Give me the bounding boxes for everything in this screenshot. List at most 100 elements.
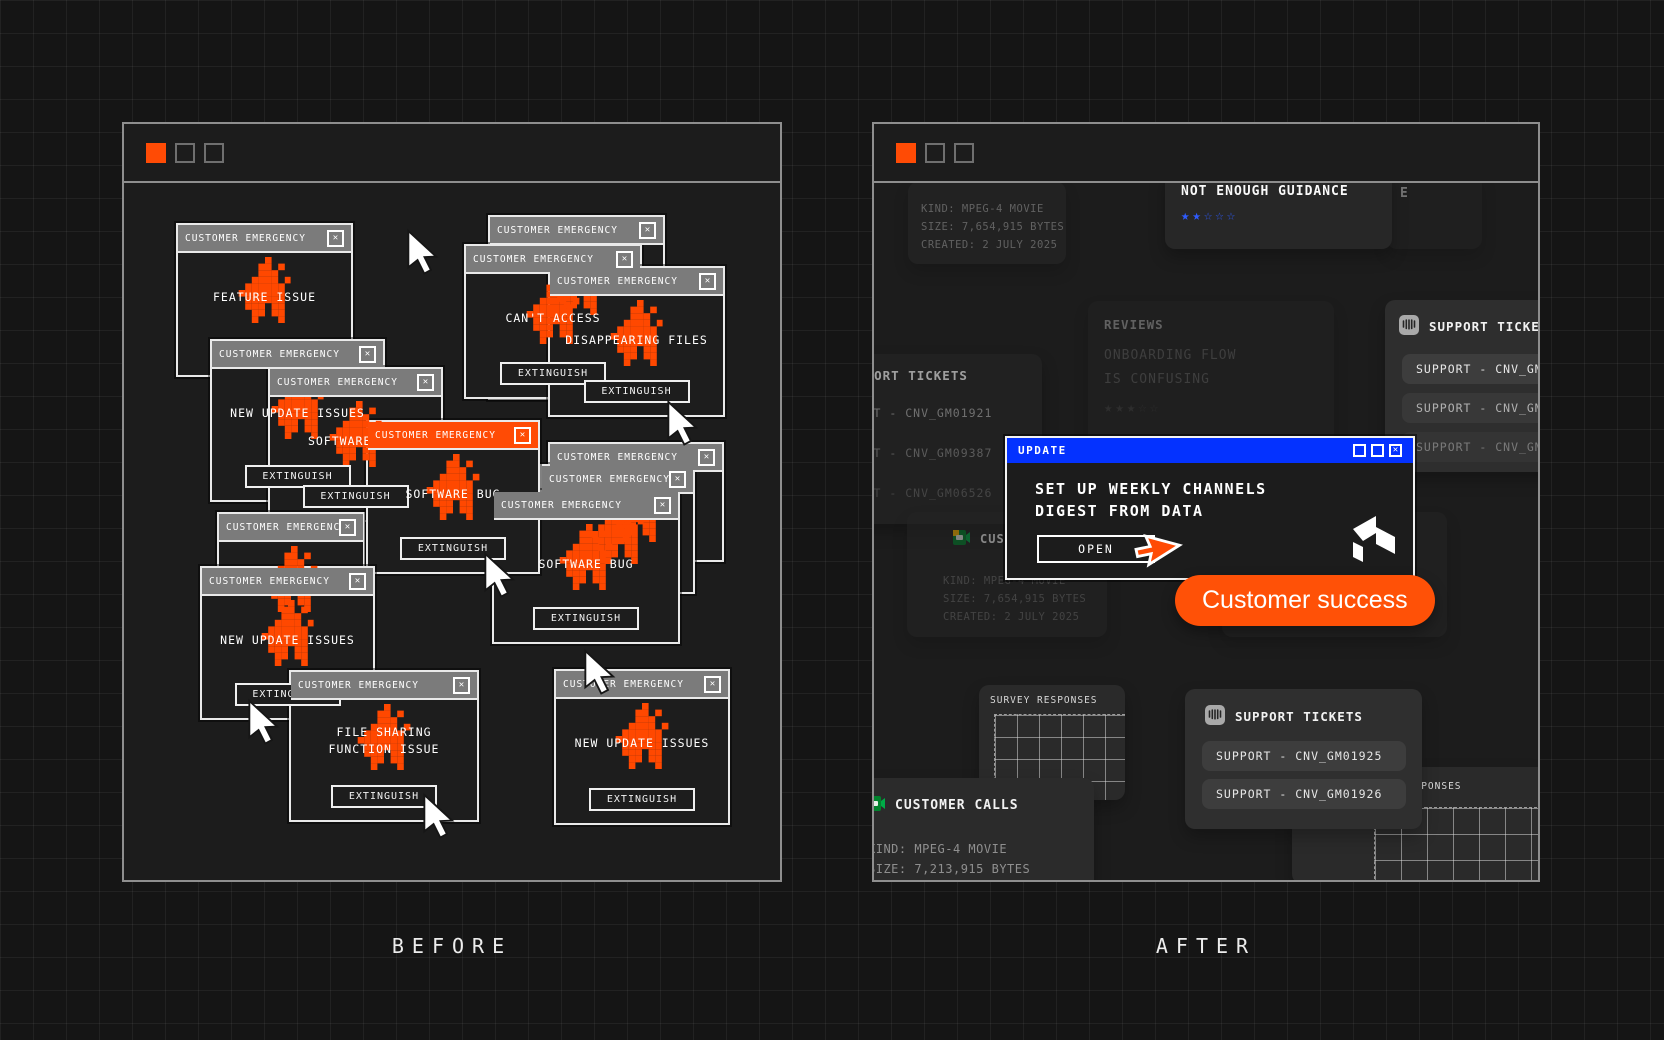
- customer-success-pill[interactable]: Customer success: [1175, 575, 1435, 626]
- emergency-window-title: CUSTOMER EMERGENCY: [557, 452, 678, 463]
- extinguish-button[interactable]: EXTINGUISH: [589, 788, 695, 811]
- close-icon[interactable]: ✕: [514, 427, 531, 444]
- support-tickets-header: SUPPORT TICKETS: [872, 368, 968, 383]
- ticket-item[interactable]: SUPPORT - CNV_GM09387: [1402, 393, 1540, 423]
- emergency-label: NEW UPDATE ISSUES: [202, 632, 373, 649]
- mouse-cursor-icon: [584, 649, 615, 700]
- emergency-window-titlebar[interactable]: CUSTOMER EMERGENCY ✕: [202, 568, 373, 596]
- emergency-window-title: CUSTOMER EMERGENCY: [277, 377, 398, 388]
- window-control-maximize[interactable]: [204, 143, 224, 163]
- ticket-item[interactable]: SUPPORT - CNV_GM06526: [872, 486, 992, 500]
- emergency-label: FILE SHARINGFUNCTION ISSUE: [291, 724, 477, 758]
- close-icon[interactable]: ✕: [654, 497, 671, 514]
- update-window-controls: ✕: [1353, 444, 1402, 457]
- ticket-item[interactable]: SUPPORT - CNV_GM01921: [1402, 354, 1540, 384]
- ticket-item[interactable]: SUPPORT - CNV_GM01926: [1202, 779, 1406, 809]
- emergency-window-title: CUSTOMER EMERGENCY: [375, 430, 496, 441]
- minimize-icon[interactable]: [1353, 444, 1366, 457]
- close-icon[interactable]: ✕: [359, 346, 376, 363]
- metadata-line: SIZE: 7,654,915 BYTES: [921, 218, 1066, 236]
- emergency-window-title: CUSTOMER EMERGENCY: [226, 522, 339, 533]
- close-icon[interactable]: ✕: [1389, 444, 1402, 457]
- reviews-text: ONBOARDING FLOWIS CONFUSING: [1104, 344, 1334, 392]
- support-tickets-title: SUPPORT TICKETS: [1429, 319, 1540, 334]
- emergency-window-titlebar[interactable]: CUSTOMER EMERGENCY ✕: [550, 268, 723, 296]
- metadata-line: KIND: MPEG-4 MOVIE: [872, 840, 1007, 858]
- metadata-line: KIND: MPEG-4 MOVIE: [921, 200, 1066, 218]
- emergency-window-title: CUSTOMER EMERGENCY: [501, 500, 622, 511]
- close-icon[interactable]: ✕: [704, 676, 721, 693]
- close-icon[interactable]: ✕: [698, 449, 715, 466]
- close-icon[interactable]: ✕: [616, 251, 633, 268]
- close-icon[interactable]: ✕: [699, 273, 716, 290]
- after-panel-titlebar: [874, 124, 1538, 183]
- emergency-label: DISAPPEARING FILES: [550, 332, 723, 349]
- emergency-window-titlebar[interactable]: CUSTOMER EMERGENCY✕: [490, 217, 663, 245]
- ticket-item[interactable]: SUPPORT - CNV_GM01921: [872, 406, 992, 420]
- window-control-minimize[interactable]: [175, 143, 195, 163]
- review-title: NOT ENOUGH GUIDANCE: [1181, 184, 1392, 199]
- emergency-label: FEATURE ISSUE: [178, 289, 351, 306]
- close-icon[interactable]: ✕: [453, 677, 470, 694]
- emergency-window-title: CUSTOMER EMERGENCY: [473, 254, 594, 265]
- emergency-window-titlebar[interactable]: CUSTOMER EMERGENCY✕: [212, 341, 383, 369]
- support-tickets-header: SUPPORT TICKETS: [1399, 315, 1540, 338]
- metadata-line: SIZE: 7,213,915 BYTES: [872, 860, 1030, 878]
- window-control-maximize[interactable]: [954, 143, 974, 163]
- close-icon[interactable]: ✕: [669, 471, 686, 488]
- file-metadata-card: KIND: MPEG-4 MOVIESIZE: 7,654,915 BYTESC…: [908, 182, 1066, 264]
- mouse-cursor-icon: [407, 229, 438, 280]
- window-control-minimize[interactable]: [925, 143, 945, 163]
- metadata-line: CREATED: 2 JULY 2025: [921, 236, 1066, 254]
- meet-icon: [872, 796, 885, 815]
- extinguish-button[interactable]: EXTINGUISH: [533, 607, 639, 630]
- ticket-item[interactable]: SUPPORT - CNV_GM01925: [1202, 741, 1406, 771]
- brand-logo-icon: [1353, 516, 1395, 566]
- update-window-titlebar[interactable]: UPDATE✕: [1007, 438, 1413, 463]
- ticket-item[interactable]: SUPPORT - CNV_GM06526: [1402, 432, 1540, 462]
- window-control-close[interactable]: [146, 143, 166, 163]
- emergency-window-title: CUSTOMER EMERGENCY: [209, 576, 330, 587]
- survey-responses-title: SURVEY RESPONSES: [990, 695, 1098, 706]
- support-tickets-title: SUPPORT TICKETS: [1235, 709, 1363, 724]
- close-icon[interactable]: ✕: [349, 573, 366, 590]
- close-icon[interactable]: ✕: [639, 222, 656, 239]
- review-card-fragment: E: [1387, 172, 1482, 249]
- maximize-icon[interactable]: [1371, 444, 1384, 457]
- emergency-window-title: CUSTOMER EMERGENCY: [557, 276, 678, 287]
- emergency-window-title: CUSTOMER EMERGENCY: [563, 679, 684, 690]
- reviews-card: REVIEWS ONBOARDING FLOWIS CONFUSING ★★★☆☆: [1088, 301, 1334, 447]
- window-control-close[interactable]: [896, 143, 916, 163]
- emergency-window-titlebar[interactable]: CUSTOMER EMERGENCY ✕: [556, 671, 728, 699]
- update-message: SET UP WEEKLY CHANNELSDIGEST FROM DATA: [1007, 463, 1413, 522]
- reviews-header: REVIEWS: [1104, 317, 1334, 332]
- star-rating: ★★☆☆☆: [1181, 208, 1392, 224]
- emergency-window-titlebar[interactable]: CUSTOMER EMERGENCY✕: [542, 466, 693, 494]
- before-panel: CUSTOMER EMERGENCY✕CUSTOMER EMERGENCY✕CA…: [122, 122, 782, 882]
- emergency-window-titlebar[interactable]: CUSTOMER EMERGENCY ✕: [368, 422, 538, 450]
- emergency-window: CUSTOMER EMERGENCY✕NEW UPDATE ISSUESEXTI…: [554, 669, 730, 825]
- emergency-window-title: CUSTOMER EMERGENCY: [298, 680, 419, 691]
- emergency-window-titlebar[interactable]: CUSTOMER EMERGENCY ✕: [178, 225, 351, 253]
- emergency-window-titlebar[interactable]: CUSTOMER EMERGENCY ✕: [291, 672, 477, 700]
- after-label: AFTER: [872, 934, 1540, 958]
- emergency-window-titlebar[interactable]: CUSTOMER EMERGENCY ✕: [270, 369, 441, 397]
- emergency-window: CUSTOMER EMERGENCY✕DISAPPEARING FILESEXT…: [548, 266, 725, 417]
- close-icon[interactable]: ✕: [417, 374, 434, 391]
- intercom-icon: [1399, 315, 1419, 338]
- update-window: UPDATE✕SET UP WEEKLY CHANNELSDIGEST FROM…: [1005, 436, 1415, 580]
- emergency-window-title: CUSTOMER EMERGENCY: [549, 474, 669, 485]
- metadata-line: SIZE: 7,654,915 BYTES: [943, 590, 1086, 608]
- emergency-window-titlebar[interactable]: CUSTOMER EMERGENCY ✕: [494, 492, 678, 520]
- customer-calls-card: CUSTOMER CALLSKIND: MPEG-4 MOVIESIZE: 7,…: [872, 778, 1094, 882]
- close-icon[interactable]: ✕: [327, 230, 344, 247]
- extinguish-button[interactable]: EXTINGUISH: [331, 785, 437, 808]
- ticket-item[interactable]: SUPPORT - CNV_GM09387: [872, 446, 992, 460]
- emergency-window-titlebar[interactable]: CUSTOMER EMERGENCY✕: [219, 514, 363, 542]
- star-rating: ★★★☆☆: [1104, 400, 1334, 416]
- close-icon[interactable]: ✕: [339, 519, 356, 536]
- emergency-window-title: CUSTOMER EMERGENCY: [185, 233, 306, 244]
- metadata-line: CREATED: 2 JULY 2025: [872, 880, 1023, 882]
- mouse-cursor-icon: [248, 699, 279, 750]
- support-tickets-header: SUPPORT TICKETS: [1205, 705, 1363, 728]
